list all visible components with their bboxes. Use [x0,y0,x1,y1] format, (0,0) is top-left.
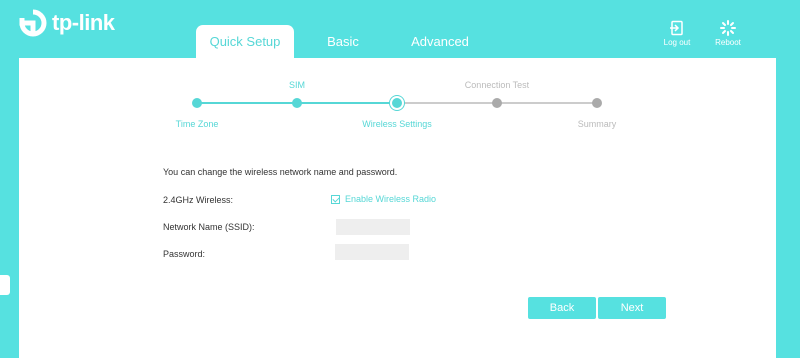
step-label-time-zone: Time Zone [175,119,219,129]
step-label-sim: SIM [288,80,306,90]
step-dot-summary [592,98,602,108]
main-tabs: Quick Setup Basic Advanced [196,25,488,58]
reboot-label: Reboot [715,38,741,47]
tp-link-logo: tp-link [18,8,115,38]
reboot-button[interactable]: Reboot [708,20,748,47]
brand-name: tp-link [52,10,115,35]
step-dot-time-zone [192,98,202,108]
wireless-intro-text: You can change the wireless network name… [163,167,398,177]
enable-wireless-radio-label: Enable Wireless Radio [345,194,437,204]
step-dot-connection-test [492,98,502,108]
password-label: Password: [163,249,206,259]
ssid-input[interactable] [336,219,410,235]
tp-link-logo-icon [19,9,47,37]
tab-basic[interactable]: Basic [294,25,392,58]
logout-label: Log out [663,38,691,47]
setup-stepper: Time Zone SIM Wireless Settings Connecti… [19,58,776,138]
logout-button[interactable]: Log out [657,20,697,47]
enable-wireless-radio-checkbox[interactable]: Enable Wireless Radio [331,194,436,204]
checkbox-checked-icon [331,194,340,204]
next-button[interactable]: Next [598,297,666,319]
ssid-label: Network Name (SSID): [163,222,255,232]
side-scroll-handle[interactable] [0,275,10,295]
step-label-summary: Summary [577,119,617,129]
back-button[interactable]: Back [528,297,596,319]
step-dot-wireless-settings [392,98,402,108]
tab-advanced[interactable]: Advanced [392,25,488,58]
step-label-connection-test: Connection Test [464,80,530,90]
step-label-wireless-settings: Wireless Settings [362,119,432,129]
password-input[interactable] [335,244,409,260]
logout-icon [670,20,683,36]
wireless-24ghz-label: 2.4GHz Wireless: [163,195,234,205]
tab-quick-setup[interactable]: Quick Setup [196,25,294,58]
main-panel: Time Zone SIM Wireless Settings Connecti… [19,58,776,358]
step-dot-sim [292,98,302,108]
reboot-icon [720,20,736,36]
